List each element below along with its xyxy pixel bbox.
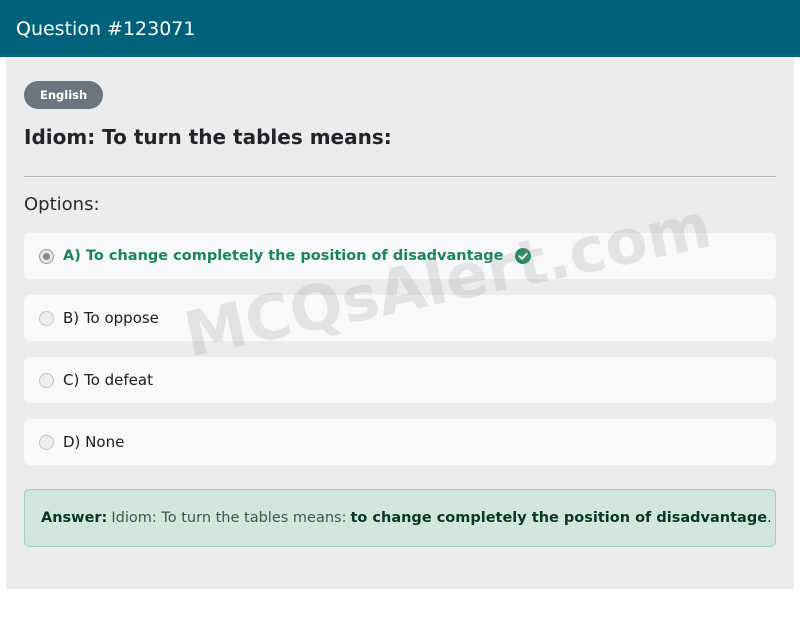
answer-label: Answer: <box>41 510 108 526</box>
option-c[interactable]: C) To defeat <box>24 357 776 403</box>
option-b-label: B) To oppose <box>63 309 159 327</box>
option-b[interactable]: B) To oppose <box>24 295 776 341</box>
options-list: A) To change completely the position of … <box>24 233 776 481</box>
answer-suffix: . <box>767 510 772 526</box>
option-b-radio[interactable] <box>39 310 54 326</box>
answer-alert: Answer: Idiom: To turn the tables means:… <box>24 489 776 547</box>
answer-question-text: Idiom: To turn the tables means: <box>111 510 347 526</box>
check-circle-icon <box>514 248 531 264</box>
question-number-title: Question #123071 <box>16 17 196 40</box>
option-a[interactable]: A) To change completely the position of … <box>24 233 776 279</box>
option-d-label: D) None <box>63 433 125 451</box>
answer-correct-text: to change completely the position of dis… <box>350 510 768 526</box>
option-a-radio[interactable] <box>39 248 54 264</box>
option-a-label: A) To change completely the position of … <box>63 248 504 264</box>
option-d-radio[interactable] <box>39 434 54 450</box>
question-text: Idiom: To turn the tables means: <box>24 125 392 149</box>
divider <box>24 176 776 177</box>
page-header: Question #123071 <box>0 0 800 57</box>
option-c-radio[interactable] <box>39 372 54 388</box>
question-card: English Idiom: To turn the tables means:… <box>6 57 794 589</box>
option-c-label: C) To defeat <box>63 371 153 389</box>
subject-badge[interactable]: English <box>24 81 104 109</box>
options-heading: Options: <box>24 194 100 215</box>
option-d[interactable]: D) None <box>24 419 776 465</box>
